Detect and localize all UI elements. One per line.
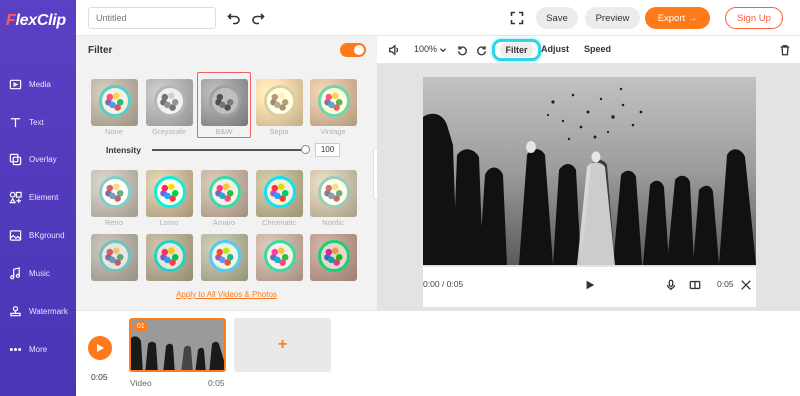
more-icon	[9, 343, 22, 356]
text-icon	[9, 116, 22, 129]
sidebar-item-label: Watermark	[29, 306, 68, 316]
intensity-label: Intensity	[106, 145, 141, 155]
filter-thumb-amaro[interactable]	[201, 170, 248, 217]
top-bar: Save Preview Export → Sign Up	[76, 0, 800, 36]
sidebar-item-music[interactable]: Music	[0, 262, 76, 284]
apply-to-all-link[interactable]: Apply to All Videos & Photos	[76, 290, 377, 299]
intensity-slider-handle[interactable]	[301, 145, 310, 154]
filter-label: Vintage	[320, 127, 346, 136]
timeline-clip[interactable]: 01	[129, 318, 226, 372]
filter-label: Chromatic	[261, 218, 297, 227]
export-button[interactable]: Export →	[645, 7, 710, 29]
filter-thumb-nordic[interactable]	[310, 170, 357, 217]
filter-label: Greyscale	[152, 127, 186, 136]
sidebar-item-overlay[interactable]: Overlay	[0, 148, 76, 170]
expand-icon[interactable]	[739, 278, 753, 292]
sidebar-item-label: Media	[29, 79, 51, 89]
filter-thumb[interactable]	[310, 234, 357, 281]
music-icon	[9, 266, 22, 280]
sidebar-item-watermark[interactable]: Watermark	[0, 300, 76, 322]
filter-thumb-retro[interactable]	[91, 170, 138, 217]
sidebar-item-element[interactable]: Element	[0, 186, 76, 208]
playback-time: 0:00 / 0:05	[423, 279, 464, 289]
video-duration: 0:05	[717, 279, 734, 289]
rotate-right-icon[interactable]	[475, 43, 489, 57]
background-icon	[9, 229, 22, 242]
wedding-photo	[423, 77, 756, 265]
clip-label: Video	[130, 378, 152, 388]
timeline-play-button[interactable]	[88, 336, 112, 360]
sidebar-item-label: Music	[29, 268, 50, 278]
tab-speed[interactable]: Speed	[584, 44, 611, 54]
plus-icon: +	[277, 336, 288, 353]
filter-thumb[interactable]	[146, 234, 193, 281]
volume-icon[interactable]	[387, 43, 401, 57]
tab-adjust[interactable]: Adjust	[541, 44, 569, 54]
filter-thumb-vintage[interactable]	[310, 79, 357, 126]
editor-toolbar: 100% Filter Adjust Speed	[377, 36, 800, 64]
filter-label: Sepia	[269, 127, 289, 136]
filter-label: Lomo	[159, 218, 179, 227]
filter-toggle[interactable]	[340, 43, 366, 57]
filter-panel: Filter None Greyscale B&W Sepia Vintage …	[76, 36, 377, 310]
timeline-time: 0:05	[91, 372, 108, 382]
filter-label: None	[105, 127, 123, 136]
sidebar-item-background[interactable]: BKground	[0, 224, 76, 246]
intensity-slider-track[interactable]	[152, 149, 306, 151]
sidebar-item-label: Text	[29, 117, 44, 127]
tab-filter[interactable]: Filter	[492, 39, 541, 61]
undo-icon[interactable]	[226, 10, 242, 26]
overlay-icon	[9, 153, 22, 166]
preview-button[interactable]: Preview	[585, 7, 640, 29]
chevron-down-icon[interactable]	[436, 43, 450, 57]
filter-thumb-sepia[interactable]	[256, 79, 303, 126]
clip-duration: 0:05	[208, 378, 225, 388]
media-icon	[9, 78, 22, 91]
sidebar-item-label: Element	[29, 192, 59, 202]
sidebar-item-text[interactable]: Text	[0, 111, 76, 133]
sidebar: FlexClip Media Text Overlay Element BKgr…	[0, 0, 76, 396]
filter-thumb-none[interactable]	[91, 79, 138, 126]
panel-title: Filter	[88, 45, 113, 56]
preview-area: 0:00 / 0:05 0:05	[377, 64, 800, 310]
timeline: 0:05 01 Video 0:05 +	[76, 310, 800, 396]
element-icon	[9, 191, 22, 204]
sidebar-item-label: More	[29, 344, 48, 354]
sign-up-button[interactable]: Sign Up	[725, 7, 783, 29]
redo-icon[interactable]	[250, 10, 266, 26]
play-icon[interactable]	[583, 278, 597, 292]
sidebar-item-more[interactable]: More	[0, 338, 76, 360]
project-title-input[interactable]	[88, 7, 216, 29]
sidebar-item-media[interactable]: Media	[0, 73, 76, 95]
subtitle-icon[interactable]	[688, 278, 702, 292]
filter-thumb-bw[interactable]	[201, 79, 248, 126]
add-clip-button[interactable]: +	[234, 318, 331, 372]
filter-label: Nordic	[322, 218, 344, 227]
watermark-icon	[9, 305, 22, 318]
play-icon	[97, 344, 104, 352]
rotate-left-icon[interactable]	[455, 43, 469, 57]
tab-filter-label: Filter	[500, 43, 533, 57]
filter-thumb[interactable]	[91, 234, 138, 281]
save-button[interactable]: Save	[536, 7, 578, 29]
zoom-select[interactable]: 100%	[414, 44, 437, 54]
filter-thumb[interactable]	[201, 234, 248, 281]
microphone-icon[interactable]	[664, 278, 678, 292]
sidebar-item-label: BKground	[29, 230, 65, 240]
filter-label: Amaro	[212, 218, 236, 227]
logo[interactable]: FlexClip	[6, 12, 66, 30]
filter-thumb-chromatic[interactable]	[256, 170, 303, 217]
fullscreen-icon[interactable]	[509, 10, 525, 26]
intensity-value-input[interactable]: 100	[315, 143, 340, 157]
filter-label: Retro	[104, 218, 124, 227]
sidebar-item-label: Overlay	[29, 154, 57, 164]
filter-thumb-greyscale[interactable]	[146, 79, 193, 126]
filter-thumb-lomo[interactable]	[146, 170, 193, 217]
clip-number-badge: 01	[134, 322, 148, 331]
trash-icon[interactable]	[778, 43, 792, 57]
player-controls: 0:00 / 0:05 0:05	[423, 267, 756, 307]
filter-thumb[interactable]	[256, 234, 303, 281]
filter-label: B&W	[215, 127, 233, 136]
video-preview[interactable]	[423, 77, 756, 265]
